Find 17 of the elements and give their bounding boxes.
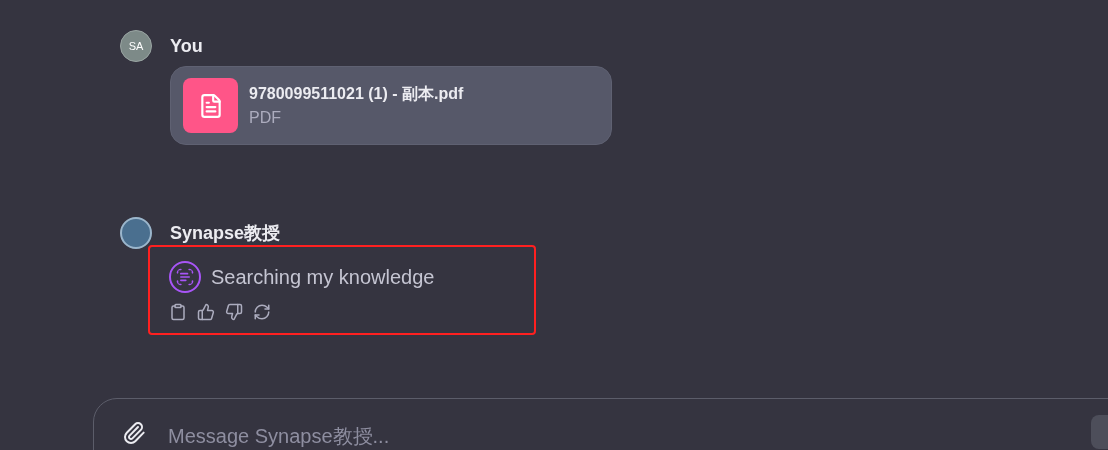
scan-icon <box>169 261 201 293</box>
paperclip-icon[interactable] <box>122 421 146 445</box>
message-composer[interactable]: Message Synapse教授... <box>93 398 1108 450</box>
copy-icon[interactable] <box>169 303 187 321</box>
message-input[interactable]: Message Synapse教授... <box>168 421 968 450</box>
file-card[interactable]: 9780099511021 (1) - 副本.pdf PDF <box>170 66 612 145</box>
assistant-avatar <box>120 217 152 249</box>
file-type: PDF <box>249 107 281 128</box>
regenerate-icon[interactable] <box>253 303 271 321</box>
status-text: Searching my knowledge <box>211 265 435 290</box>
author-name: Synapse教授 <box>170 221 281 245</box>
document-icon <box>183 78 238 133</box>
thumbs-down-icon[interactable] <box>225 303 243 321</box>
file-name: 9780099511021 (1) - 副本.pdf <box>249 83 464 104</box>
author-name: You <box>170 35 203 58</box>
user-avatar: SA <box>120 30 152 62</box>
thumbs-up-icon[interactable] <box>197 303 215 321</box>
